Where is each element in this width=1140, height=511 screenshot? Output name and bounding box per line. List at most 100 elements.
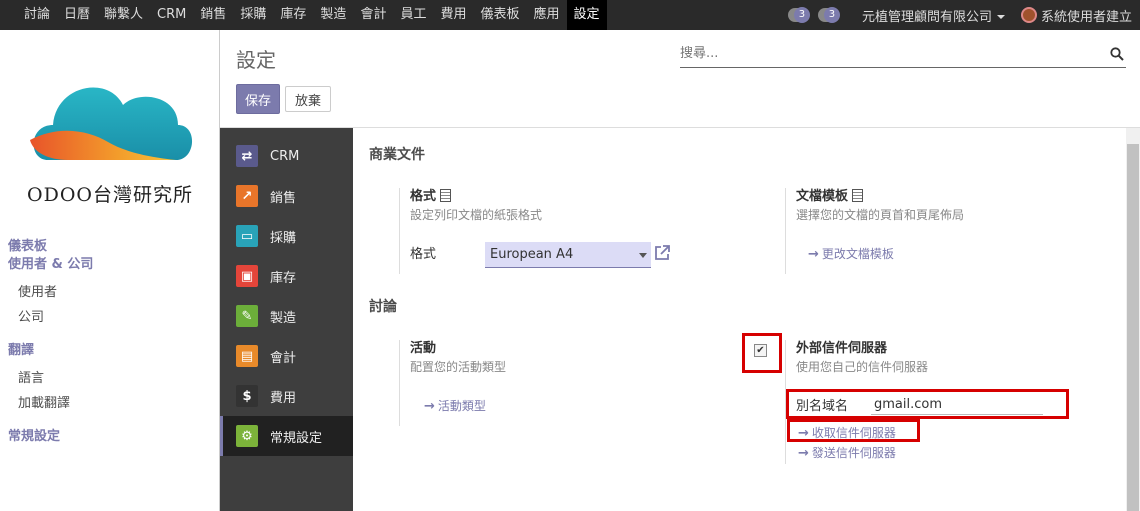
- activity-count: 3: [793, 7, 810, 23]
- setting-title: 格式: [410, 188, 699, 206]
- settings-app-item[interactable]: ↗ 銷售: [220, 176, 353, 216]
- link-label: 發送信件伺服器: [811, 446, 896, 460]
- warehouse-icon: ▣: [236, 265, 258, 287]
- user-menu[interactable]: 系統使用者建立: [1041, 6, 1132, 25]
- external-mail-title: 外部信件伺服器: [796, 341, 888, 356]
- settings-nav-heading[interactable]: 翻譯: [8, 342, 212, 360]
- settings-app-item[interactable]: ⚙ 常規設定: [220, 416, 353, 456]
- main-menu-item[interactable]: 員工: [393, 0, 433, 30]
- settings-app-label: 採購: [270, 230, 297, 246]
- main-menu-item[interactable]: 設定: [566, 0, 607, 30]
- main-menu-item[interactable]: 日曆: [57, 0, 97, 30]
- main-menu-item[interactable]: 採購: [233, 0, 273, 30]
- page-title: 設定: [236, 48, 276, 72]
- settings-nav-item[interactable]: 公司: [8, 305, 212, 330]
- arrow-right-icon: →: [798, 446, 809, 461]
- settings-nav-item[interactable]: 使用者: [8, 280, 212, 305]
- main-menu: 討論 日曆 聯繫人 CRM 銷售 採購 庫存 製造 會計 員工 費用 儀表板 應用 設定: [0, 0, 607, 30]
- main-menu-item[interactable]: 聯繫人: [97, 0, 150, 30]
- main-menu-item[interactable]: 討論: [0, 0, 57, 30]
- control-panel: 設定 保存 放棄: [220, 30, 1140, 128]
- odoo-cloud-logo-icon: [30, 87, 193, 160]
- change-template-link[interactable]: → 更改文檔模板: [808, 245, 1105, 262]
- settings-app-label: 常規設定: [270, 430, 323, 446]
- external-mail-desc: 使用您自己的信件伺服器: [796, 360, 929, 374]
- activity-title: 活動: [410, 341, 437, 356]
- setting-activity: 活動 配置您的活動類型 → 活動類型: [399, 340, 699, 426]
- main-menu-item[interactable]: 會計: [353, 0, 393, 30]
- message-count: 3: [823, 7, 840, 23]
- settings-app-label: 庫存: [270, 270, 297, 286]
- scrollbar-thumb[interactable]: [1127, 144, 1139, 511]
- settings-app-item[interactable]: ▭ 採購: [220, 216, 353, 256]
- setting-doc-template: 文檔模板 選擇您的文檔的頁首和頁尾佈局 → 更改文檔模板: [785, 188, 1105, 274]
- credit-card-icon: ▭: [236, 225, 258, 247]
- building-icon: [440, 189, 452, 202]
- main-menu-item[interactable]: 庫存: [273, 0, 313, 30]
- main-menu-item[interactable]: 費用: [433, 0, 473, 30]
- setting-title: 文檔模板: [796, 188, 1105, 206]
- link-label: 活動類型: [437, 399, 486, 413]
- settings-app-label: 銷售: [270, 190, 297, 206]
- highlight-box: [786, 389, 1069, 419]
- main-menu-item[interactable]: 儀表板: [473, 0, 526, 30]
- company-logo-text: ODOO台灣研究所: [27, 184, 193, 206]
- settings-nav-item[interactable]: 語言: [8, 366, 212, 391]
- settings-nav-item[interactable]: 加載翻譯: [8, 391, 212, 416]
- search-icon[interactable]: [1110, 47, 1124, 61]
- gear-icon: ⚙: [236, 425, 258, 447]
- settings-apps-panel: ⇄ CRM ↗ 銷售 ▭ 採購 ▣ 庫存 ✎ 製造 ▤ 會計 $ 費用 ⚙ 常規設定: [220, 128, 353, 511]
- setting-desc: 選擇您的文檔的頁首和頁尾佈局: [796, 208, 965, 222]
- section-title-discussion: 討論: [369, 299, 397, 315]
- outgoing-mail-server-link[interactable]: → 發送信件伺服器: [798, 444, 896, 461]
- handshake-icon: ⇄: [236, 145, 258, 167]
- systray: 3 3 元植管理顧問有限公司 系統使用者建立: [787, 0, 1132, 30]
- settings-nav-heading[interactable]: 常規設定: [8, 428, 212, 446]
- search-input[interactable]: [680, 46, 1100, 61]
- section-title-business-docs: 商業文件: [369, 147, 425, 163]
- highlight-box: [742, 333, 782, 373]
- settings-nav-heading[interactable]: 儀表板: [8, 238, 212, 256]
- wrench-icon: ✎: [236, 305, 258, 327]
- main-menu-item[interactable]: CRM: [150, 0, 193, 30]
- main-menu-item[interactable]: 銷售: [193, 0, 233, 30]
- highlight-box: [787, 419, 920, 442]
- avatar[interactable]: [1020, 7, 1037, 23]
- settings-sidebar: ODOO台灣研究所 儀表板 使用者 & 公司使用者 公司翻譯語言 加載翻譯常規設定: [0, 30, 220, 511]
- settings-app-item[interactable]: ✎ 製造: [220, 296, 353, 336]
- search-box: [680, 46, 1126, 68]
- content-scrollbar[interactable]: [1126, 128, 1140, 511]
- messages-icon[interactable]: 3: [817, 7, 840, 23]
- main-menu-item[interactable]: 製造: [313, 0, 353, 30]
- arrow-right-icon: →: [808, 247, 819, 262]
- settings-app-item[interactable]: ⇄ CRM: [220, 136, 353, 176]
- format-select[interactable]: European A4: [485, 242, 651, 268]
- building-icon: [852, 189, 864, 202]
- setting-desc: 設定列印文檔的紙張格式: [410, 208, 543, 222]
- top-navbar: 討論 日曆 聯繫人 CRM 銷售 採購 庫存 製造 會計 員工 費用 儀表板 應用 設定 3 3 元植管理…: [0, 0, 1140, 30]
- external-link-icon[interactable]: [653, 244, 671, 262]
- format-field-label: 格式: [410, 247, 437, 262]
- template-title: 文檔模板: [796, 189, 849, 204]
- activity-desc: 配置您的活動類型: [410, 360, 507, 374]
- chart-line-icon: ↗: [236, 185, 258, 207]
- dollar-icon: $: [236, 385, 258, 407]
- main-menu-item[interactable]: 應用: [527, 0, 567, 30]
- chevron-down-icon: [996, 15, 1005, 19]
- settings-app-item[interactable]: $ 費用: [220, 376, 353, 416]
- settings-app-label: CRM: [270, 148, 300, 164]
- settings-app-label: 會計: [270, 350, 297, 366]
- settings-nav-heading[interactable]: 使用者 & 公司: [8, 256, 212, 274]
- company-name: 元植管理顧問有限公司: [861, 9, 992, 25]
- settings-app-label: 費用: [270, 390, 297, 406]
- settings-app-item[interactable]: ▣ 庫存: [220, 256, 353, 296]
- settings-nav: 儀表板 使用者 & 公司使用者 公司翻譯語言 加載翻譯常規設定: [8, 238, 212, 446]
- chevron-down-icon: [639, 253, 647, 258]
- activity-icon[interactable]: 3: [787, 7, 810, 23]
- company-switcher[interactable]: 元植管理顧問有限公司: [862, 6, 1005, 25]
- settings-app-item[interactable]: ▤ 會計: [220, 336, 353, 376]
- save-button[interactable]: 保存: [236, 84, 280, 114]
- activity-types-link[interactable]: → 活動類型: [424, 397, 699, 414]
- discard-button[interactable]: 放棄: [285, 86, 331, 112]
- format-select-value: European A4: [490, 247, 574, 262]
